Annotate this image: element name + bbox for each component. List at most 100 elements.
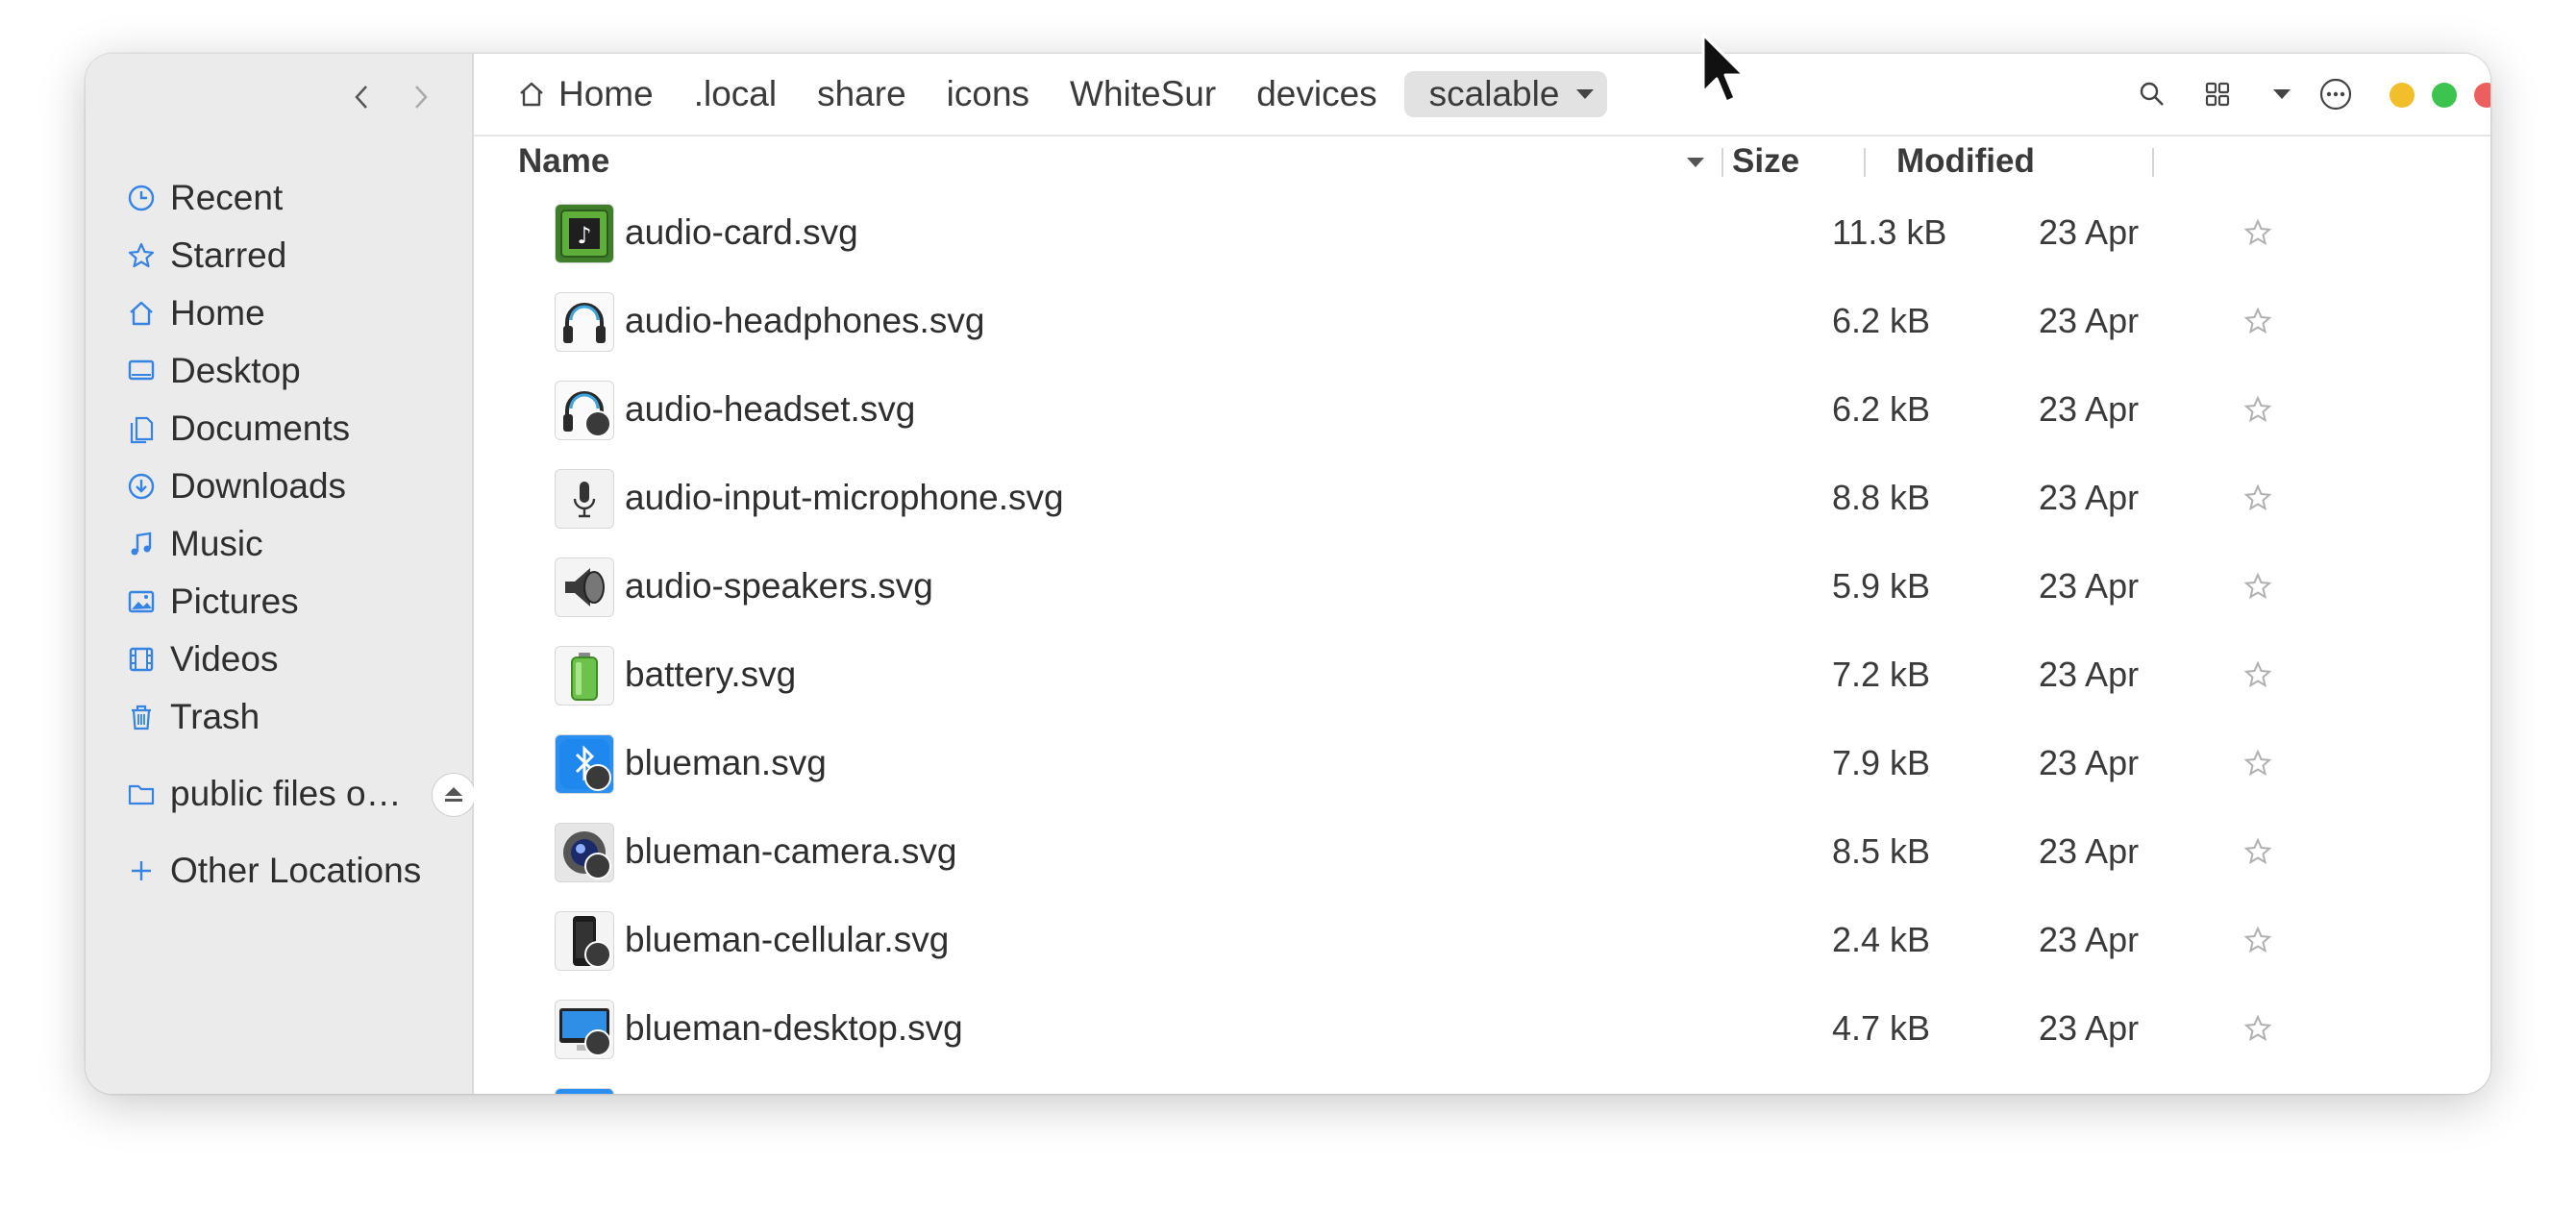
- sidebar-item-desktop[interactable]: Desktop: [124, 344, 451, 398]
- sidebar-item-music[interactable]: Music: [124, 517, 451, 571]
- star-icon[interactable]: [2242, 483, 2273, 513]
- star-icon[interactable]: [2242, 306, 2273, 336]
- file-modified: 23 Apr: [2039, 655, 2140, 694]
- symlink-badge-icon: [584, 1029, 611, 1056]
- file-name: audio-headphones.svg: [625, 301, 985, 340]
- breadcrumb-share[interactable]: share: [804, 71, 920, 117]
- file-manager-window: Recent Starred Home Desktop Documents Do…: [86, 54, 2490, 1094]
- sidebar: Recent Starred Home Desktop Documents Do…: [86, 54, 476, 1094]
- file-row[interactable]: audio-headset.svg 6.2 kB 23 Apr: [474, 373, 2490, 461]
- sidebar-item-videos[interactable]: Videos: [124, 632, 451, 686]
- breadcrumb-devices[interactable]: devices: [1243, 71, 1390, 117]
- file-row[interactable]: blueman.svg 7.9 kB 23 Apr: [474, 727, 2490, 815]
- symlink-badge-icon: [584, 410, 611, 437]
- home-icon: [520, 82, 543, 107]
- breadcrumb-home[interactable]: Home: [503, 71, 667, 117]
- sidebar-item-home[interactable]: Home: [124, 286, 451, 340]
- star-icon[interactable]: [2242, 659, 2273, 690]
- column-separator[interactable]: [1721, 148, 1723, 177]
- eject-button[interactable]: [432, 773, 476, 817]
- bluetooth-icon: [555, 1088, 614, 1094]
- documents-icon: [124, 411, 159, 446]
- sort-descending-icon[interactable]: [1687, 158, 1704, 167]
- home-icon: [124, 296, 159, 331]
- column-separator[interactable]: [2152, 148, 2154, 177]
- column-header: Name Size Modified: [474, 136, 2490, 186]
- monitor-icon: [555, 1000, 614, 1059]
- symlink-badge-icon: [584, 941, 611, 968]
- file-size: 5.9 kB: [1832, 566, 1931, 606]
- phone-icon: [555, 911, 614, 971]
- column-size[interactable]: Size: [1732, 136, 1799, 186]
- file-size: 8.8 kB: [1832, 478, 1931, 517]
- sidebar-item-documents[interactable]: Documents: [124, 402, 451, 456]
- symlink-badge-icon: [584, 764, 611, 791]
- file-name: audio-speakers.svg: [625, 566, 933, 606]
- file-row[interactable]: audio-input-microphone.svg 8.8 kB 23 Apr: [474, 461, 2490, 550]
- chevron-down-icon: [1576, 89, 1595, 99]
- breadcrumb-label: Home: [558, 74, 654, 113]
- file-name: audio-headset.svg: [625, 389, 916, 429]
- header-bar: Home .local share icons WhiteSur devices…: [474, 54, 2490, 136]
- file-size: 4.7 kB: [1832, 1008, 1931, 1048]
- column-name[interactable]: Name: [518, 136, 609, 186]
- eject-icon: [445, 787, 462, 802]
- headphones-icon: [555, 292, 614, 352]
- sidebar-item-pictures[interactable]: Pictures: [124, 575, 451, 629]
- chevron-right-icon: [415, 86, 428, 109]
- battery-icon: [555, 646, 614, 706]
- sidebar-item-downloads[interactable]: Downloads: [124, 459, 451, 513]
- symlink-badge-icon: [584, 853, 611, 879]
- sidebar-item-label: Starred: [170, 235, 287, 275]
- maximize-button[interactable]: [2432, 83, 2457, 108]
- close-button[interactable]: [2474, 83, 2490, 108]
- star-icon[interactable]: [2242, 217, 2273, 248]
- sidebar-item-label: Videos: [170, 639, 279, 679]
- breadcrumb-scalable[interactable]: scalable: [1403, 71, 1608, 117]
- file-row[interactable]: ♪ audio-card.svg 11.3 kB 23 Apr: [474, 196, 2490, 285]
- sidebar-item-label: Music: [170, 524, 263, 563]
- file-size: 11.3 kB: [1832, 212, 1947, 252]
- sidebar-item-starred[interactable]: Starred: [124, 229, 451, 283]
- star-icon[interactable]: [2242, 748, 2273, 779]
- download-icon: [124, 469, 159, 504]
- breadcrumb-icons[interactable]: icons: [933, 71, 1043, 117]
- file-row[interactable]: blueman-cellular.svg 2.4 kB 23 Apr: [474, 904, 2490, 992]
- star-icon[interactable]: [2242, 571, 2273, 602]
- svg-text:♪: ♪: [577, 222, 591, 249]
- sidebar-item-mount[interactable]: public files o…: [124, 767, 451, 821]
- star-icon[interactable]: [2242, 925, 2273, 955]
- file-modified: 23 Apr: [2039, 743, 2140, 782]
- main-menu-button[interactable]: [2316, 75, 2355, 113]
- back-button[interactable]: [345, 81, 378, 113]
- column-modified[interactable]: Modified: [1896, 136, 2035, 186]
- file-row[interactable]: blueman-camera.svg 8.5 kB 23 Apr: [474, 815, 2490, 904]
- sidebar-item-trash[interactable]: Trash: [124, 690, 451, 744]
- audio-card-icon: ♪: [555, 204, 614, 263]
- file-row[interactable]: audio-headphones.svg 6.2 kB 23 Apr: [474, 285, 2490, 373]
- view-toggle-button[interactable]: [2198, 75, 2237, 113]
- sidebar-item-recent[interactable]: Recent: [124, 171, 451, 225]
- bluetooth-icon: [555, 734, 614, 794]
- column-separator[interactable]: [1864, 148, 1866, 177]
- breadcrumb: Home .local share icons WhiteSur devices…: [503, 71, 1621, 117]
- chevron-left-icon: [355, 86, 367, 109]
- view-options-dropdown[interactable]: [2263, 75, 2301, 113]
- minimize-button[interactable]: [2390, 83, 2415, 108]
- star-icon[interactable]: [2242, 836, 2273, 867]
- sidebar-item-label: public files o…: [170, 774, 402, 813]
- forward-button[interactable]: [405, 81, 437, 113]
- file-row[interactable]: [474, 1080, 2490, 1094]
- star-icon[interactable]: [2242, 1013, 2273, 1044]
- search-button[interactable]: [2133, 75, 2171, 113]
- file-row[interactable]: battery.svg 7.2 kB 23 Apr: [474, 638, 2490, 727]
- file-name: blueman-camera.svg: [625, 831, 957, 871]
- breadcrumb-whitesur[interactable]: WhiteSur: [1056, 71, 1229, 117]
- breadcrumb-local[interactable]: .local: [681, 71, 790, 117]
- star-icon[interactable]: [2242, 394, 2273, 425]
- file-row[interactable]: audio-speakers.svg 5.9 kB 23 Apr: [474, 550, 2490, 638]
- file-row[interactable]: blueman-desktop.svg 4.7 kB 23 Apr: [474, 992, 2490, 1080]
- folder-icon: [124, 777, 159, 811]
- camera-icon: [555, 823, 614, 882]
- sidebar-item-other-locations[interactable]: Other Locations: [124, 844, 451, 898]
